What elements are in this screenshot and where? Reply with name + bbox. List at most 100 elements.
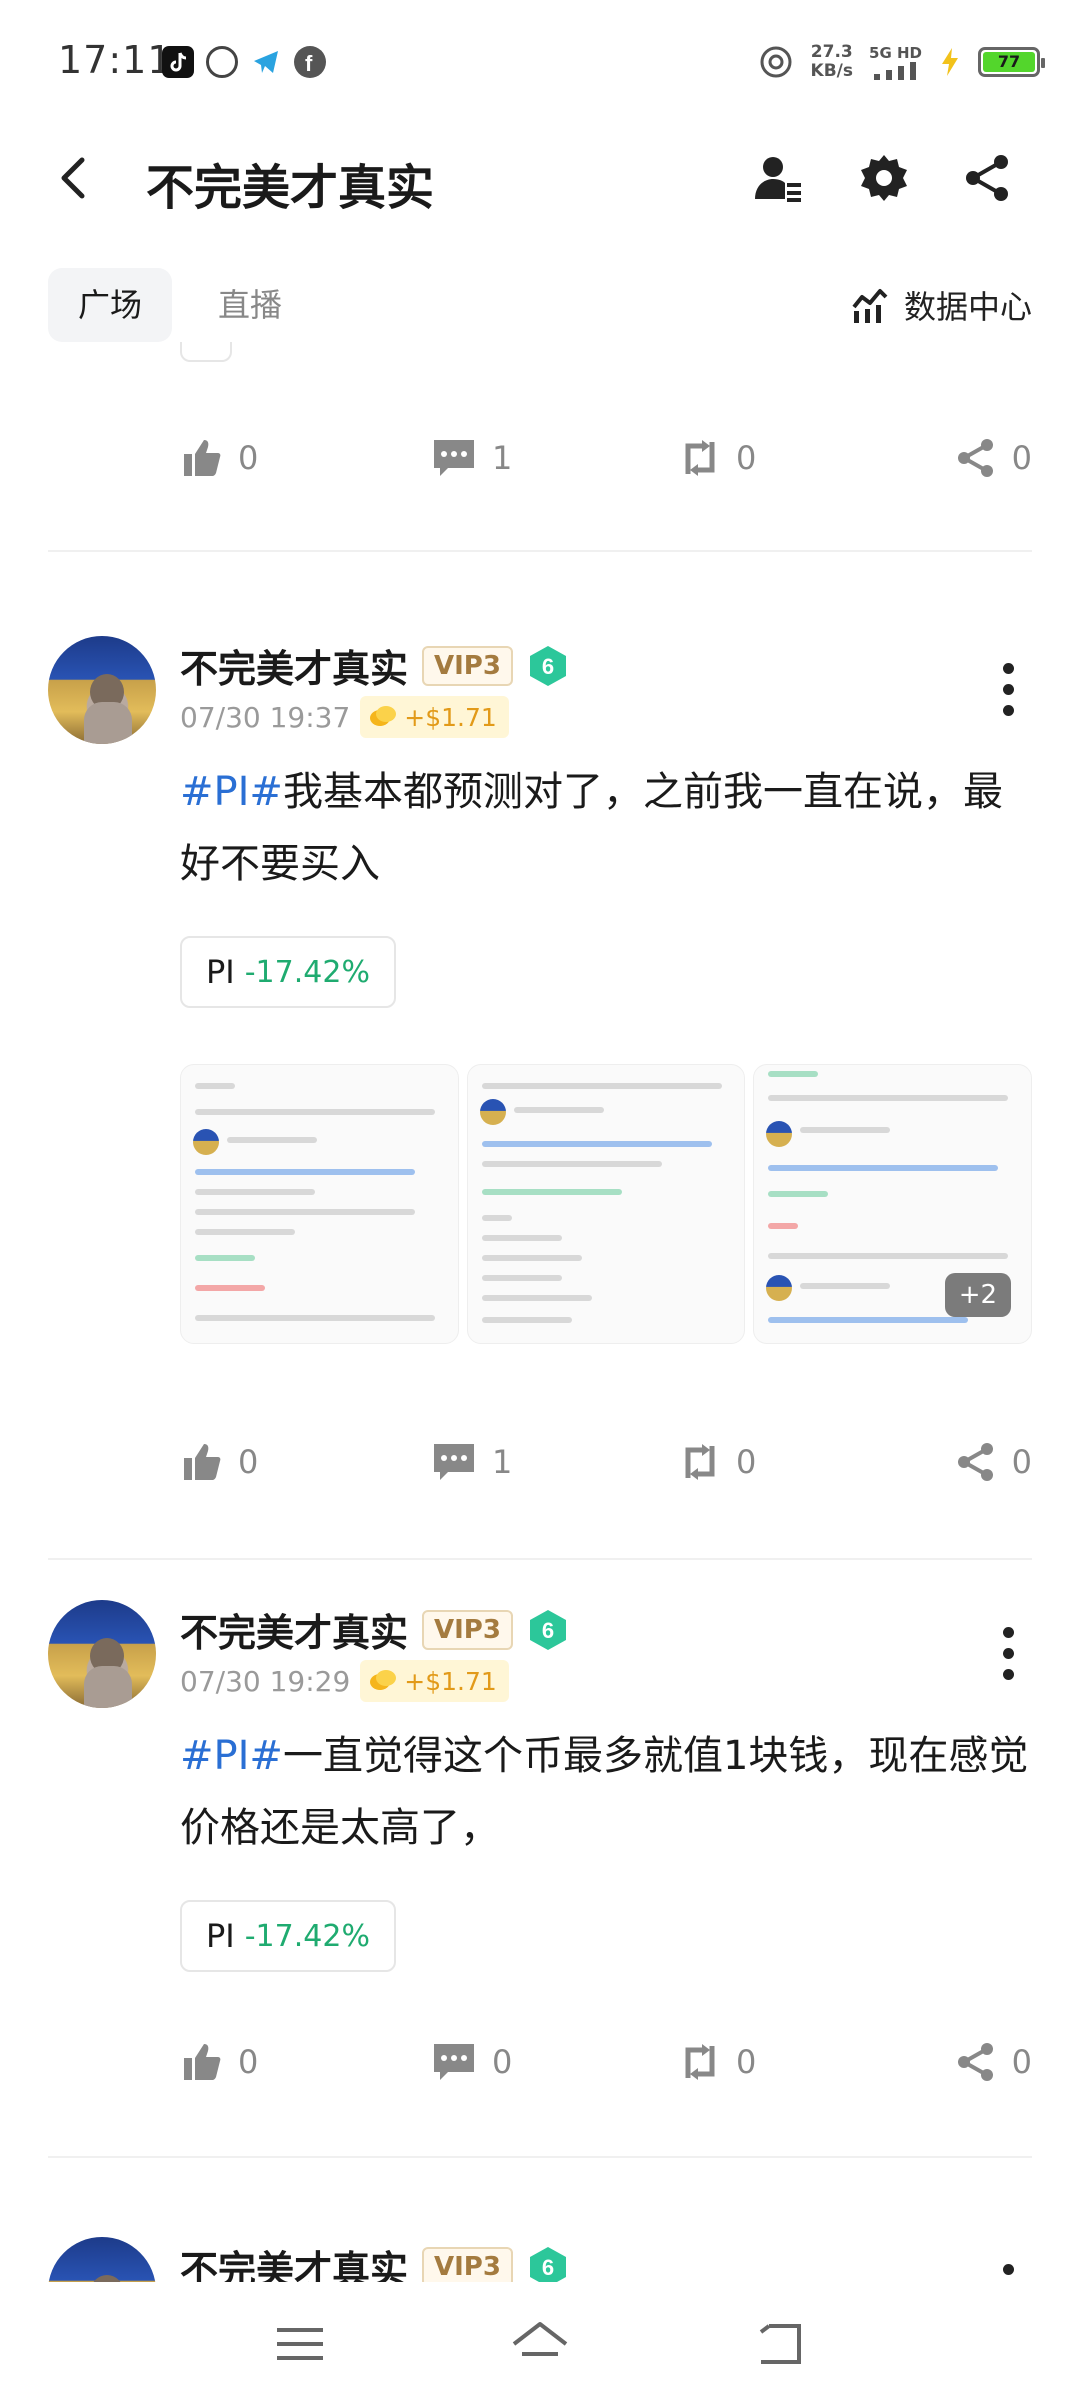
battery-level: 77	[983, 52, 1035, 72]
settings-button[interactable]	[852, 146, 916, 210]
comment-count: 1	[492, 439, 513, 477]
coin-change: -17.42%	[244, 1918, 370, 1954]
user-settings-button[interactable]	[746, 146, 810, 210]
share-icon	[957, 1443, 993, 1481]
thumbs-up-icon	[184, 1444, 221, 1480]
thumbs-up-icon	[184, 2044, 221, 2080]
comment-icon	[434, 2044, 474, 2080]
facebook-icon: f	[294, 46, 326, 78]
comment-button[interactable]: 1	[432, 428, 512, 488]
meta-row: 07/30 19:37 +$1.71	[180, 696, 509, 738]
net-speed: 27.3 KB/s	[811, 43, 853, 81]
chart-icon	[852, 289, 888, 323]
post-body: 我基本都预测对了，之前我一直在说，最好不要买入	[180, 769, 1003, 887]
comment-button[interactable]: 1	[432, 1432, 512, 1492]
svg-text:6: 6	[542, 2255, 554, 2280]
page-title: 不完美才真实	[146, 160, 435, 216]
comment-count: 1	[492, 1443, 513, 1481]
share-icon	[966, 155, 1008, 201]
home-icon	[512, 2322, 568, 2356]
tab-square[interactable]: 广场	[48, 268, 173, 342]
author-name[interactable]: 不完美才真实	[180, 1602, 408, 1657]
author-name[interactable]: 不完美才真实	[180, 638, 408, 693]
comment-icon	[434, 440, 474, 476]
post-image[interactable]: +2	[753, 1064, 1033, 1344]
hashtag-link[interactable]: #PI#	[180, 1733, 283, 1779]
net-speed-value: 27.3	[810, 42, 853, 62]
author-row: 不完美才真实 VIP3 6	[180, 1602, 569, 1657]
share-post-button[interactable]: 0	[956, 1432, 1032, 1492]
author-name[interactable]: 不完美才真实	[180, 2239, 408, 2282]
divider	[48, 2156, 1032, 2158]
repost-icon	[685, 2044, 715, 2080]
coins-icon	[370, 1670, 397, 1690]
comment-count: 0	[492, 2043, 513, 2081]
repost-count: 0	[736, 439, 757, 477]
app-header: 不完美才真实	[0, 128, 1080, 228]
coin-chip[interactable]	[180, 342, 232, 362]
coins-icon	[370, 706, 397, 726]
more-images-badge[interactable]: +2	[944, 1273, 1012, 1317]
post-actions: 0 1 0 0	[180, 1432, 1032, 1492]
menu-button[interactable]	[260, 2314, 340, 2374]
net-type: 5G HD	[869, 43, 922, 62]
post-actions: 0 0 0 0	[180, 2032, 1032, 2092]
repost-button[interactable]: 0	[680, 2032, 756, 2092]
status-bar: 17:11 f 27.3 KB/s 5G HD 77	[0, 0, 1080, 128]
more-options-button[interactable]	[988, 654, 1028, 724]
coin-symbol: PI	[206, 953, 235, 991]
vip-badge: VIP3	[422, 1609, 513, 1650]
like-button[interactable]: 0	[182, 1432, 258, 1492]
level-badge: 6	[527, 1608, 569, 1652]
chevron-left-icon	[61, 157, 85, 199]
data-center-link[interactable]: 数据中心	[850, 268, 1032, 342]
tab-live[interactable]: 直播	[188, 268, 312, 342]
comment-button[interactable]: 0	[432, 2032, 512, 2092]
post-text: #PI#一直觉得这个币最多就值1块钱，现在感觉价格还是太高了，	[180, 1720, 1030, 1864]
reward-amount: +$1.71	[404, 702, 497, 732]
post-images: +2	[180, 1064, 1033, 1344]
home-button[interactable]	[500, 2314, 580, 2374]
back-button[interactable]	[44, 146, 104, 210]
telegram-icon	[250, 46, 282, 78]
share-button[interactable]	[956, 146, 1020, 210]
avatar[interactable]	[48, 636, 156, 744]
feed: 0 1 0 0 不完美才真实 VIP3 6 07/30 19:37 +$1.71…	[0, 342, 1080, 2282]
hashtag-link[interactable]: #PI#	[180, 769, 283, 815]
like-button[interactable]: 0	[182, 428, 258, 488]
avatar[interactable]	[48, 1600, 156, 1708]
avatar[interactable]	[48, 2237, 156, 2282]
charging-icon	[942, 48, 958, 76]
reward-badge: +$1.71	[360, 1660, 509, 1702]
vip-badge: VIP3	[422, 645, 513, 686]
post-body: 一直觉得这个币最多就值1块钱，现在感觉价格还是太高了，	[180, 1733, 1029, 1851]
back-nav-button[interactable]	[740, 2314, 820, 2374]
svg-text:6: 6	[542, 654, 554, 679]
vip-badge: VIP3	[422, 2246, 513, 2282]
like-button[interactable]: 0	[182, 2032, 258, 2092]
more-options-button[interactable]	[988, 2255, 1028, 2282]
back-nav-icon	[759, 2324, 801, 2364]
post-image[interactable]	[466, 1064, 746, 1344]
comment-icon	[434, 1444, 474, 1480]
share-icon	[957, 439, 993, 477]
battery-icon: 77	[978, 47, 1045, 77]
repost-button[interactable]: 0	[680, 1432, 756, 1492]
divider	[48, 1558, 1032, 1560]
more-options-button[interactable]	[988, 1618, 1028, 1688]
share-post-button[interactable]: 0	[956, 428, 1032, 488]
user-settings-icon	[755, 157, 801, 202]
post-text: #PI#我基本都预测对了，之前我一直在说，最好不要买入	[180, 756, 1030, 900]
repost-count: 0	[736, 1443, 757, 1481]
share-count: 0	[1011, 2043, 1032, 2081]
divider	[48, 550, 1032, 552]
coin-chip[interactable]: PI -17.42%	[180, 936, 396, 1008]
svg-text:6: 6	[542, 1618, 554, 1643]
repost-button[interactable]: 0	[680, 428, 756, 488]
coin-chip[interactable]: PI -17.42%	[180, 1900, 396, 1972]
post-time: 07/30 19:37	[180, 700, 351, 734]
post-image[interactable]	[180, 1064, 459, 1344]
repost-icon	[685, 1444, 715, 1480]
share-post-button[interactable]: 0	[956, 2032, 1032, 2092]
svg-text:f: f	[305, 51, 313, 76]
